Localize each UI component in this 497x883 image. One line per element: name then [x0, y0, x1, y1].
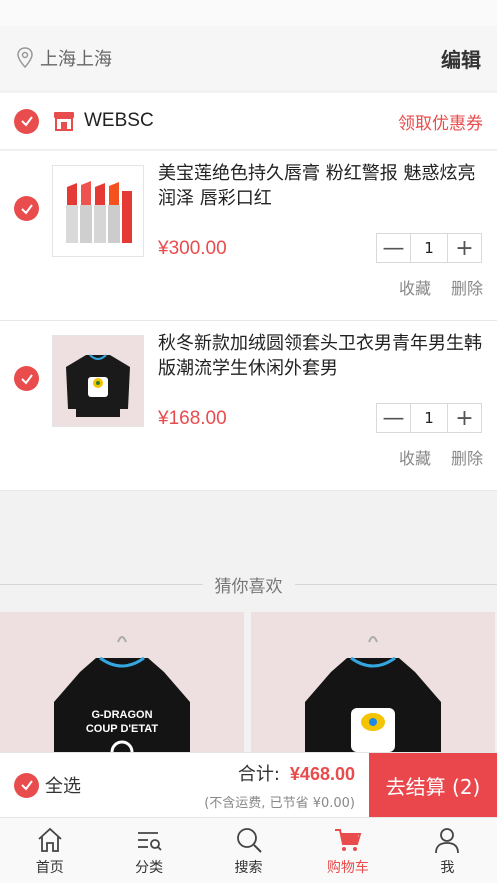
recommended-product[interactable]: [251, 612, 495, 752]
check-icon: [20, 373, 33, 385]
increase-button[interactable]: +: [448, 234, 481, 262]
increase-button[interactable]: +: [448, 404, 481, 432]
tab-me[interactable]: 我: [398, 818, 497, 883]
category-icon: [138, 831, 162, 851]
total-summary: 合计: ¥468.00 (不含运费, 已节省 ¥0.00): [204, 760, 355, 811]
product-image[interactable]: [52, 335, 144, 427]
tab-home[interactable]: 首页: [0, 818, 99, 883]
edit-button[interactable]: 编辑: [441, 44, 481, 73]
print-text-line2: COUP D'ETAT: [86, 723, 159, 735]
tab-category[interactable]: 分类: [99, 818, 198, 883]
quantity-stepper: — 1 +: [376, 233, 482, 263]
delete-button[interactable]: 删除: [451, 445, 483, 469]
recommend-header: 猜你喜欢: [0, 567, 497, 601]
favorite-button[interactable]: 收藏: [399, 445, 431, 469]
print-text-line1: G-DRAGON: [91, 709, 152, 721]
check-icon: [20, 780, 33, 791]
location-text[interactable]: 上海上海: [40, 45, 112, 71]
product-price: ¥300.00: [158, 238, 227, 259]
checkout-bar: 全选 合计: ¥468.00 (不含运费, 已节省 ¥0.00) 去结算 (2): [0, 752, 497, 818]
location-pin-icon: [17, 47, 33, 69]
bottom-tab-bar: 首页 分类 搜索 购物车 我: [0, 817, 497, 883]
location-bar: 上海上海 编辑: [0, 26, 497, 90]
get-coupon-link[interactable]: 领取优惠券: [398, 109, 483, 134]
plus-icon: +: [455, 405, 474, 431]
sweatshirt-image: G-DRAGON COUP D'ETAT: [54, 636, 190, 752]
item-actions: 收藏 删除: [399, 445, 483, 469]
cart-icon: [334, 828, 362, 851]
item-checkbox[interactable]: [14, 366, 39, 391]
status-area: [0, 0, 497, 26]
shop-header: WEBSC 领取优惠券: [0, 93, 497, 150]
total-line: 合计: ¥468.00: [204, 760, 355, 786]
recommended-product[interactable]: G-DRAGON COUP D'ETAT: [0, 612, 244, 752]
tab-cart[interactable]: 购物车: [298, 818, 397, 883]
minus-icon: —: [382, 235, 405, 261]
quantity-value[interactable]: 1: [410, 404, 448, 432]
check-icon: [20, 116, 33, 127]
shop-checkbox[interactable]: [14, 108, 39, 134]
item-checkbox[interactable]: [14, 196, 39, 221]
product-price: ¥168.00: [158, 408, 227, 429]
cart-item: 美宝莲绝色持久唇膏 粉红警报 魅惑炫亮润泽 唇彩口红 ¥300.00 — 1 +…: [0, 151, 497, 321]
shop-name[interactable]: WEBSC: [84, 110, 154, 132]
check-icon: [20, 203, 33, 215]
select-all-checkbox[interactable]: [14, 772, 39, 798]
item-actions: 收藏 删除: [399, 275, 483, 299]
tab-label: 首页: [35, 859, 64, 876]
tab-label: 我: [440, 859, 455, 876]
total-amount: ¥468.00: [289, 763, 355, 784]
divider: [0, 583, 203, 585]
product-title[interactable]: 秋冬新款加绒圆领套头卫衣男青年男生韩版潮流学生休闲外套男: [158, 331, 483, 381]
search-icon: [236, 827, 262, 853]
sweatshirt-image: [305, 636, 441, 752]
tab-label: 分类: [135, 859, 164, 876]
minus-icon: —: [382, 405, 405, 431]
tab-search[interactable]: 搜索: [199, 818, 298, 883]
delete-button[interactable]: 删除: [451, 275, 483, 299]
decrease-button[interactable]: —: [377, 404, 410, 432]
quantity-value[interactable]: 1: [410, 234, 448, 262]
checkout-button[interactable]: 去结算 (2): [369, 752, 497, 818]
product-title[interactable]: 美宝莲绝色持久唇膏 粉红警报 魅惑炫亮润泽 唇彩口红: [158, 161, 483, 211]
divider: [294, 583, 497, 585]
cart-item: 秋冬新款加绒圆领套头卫衣男青年男生韩版潮流学生休闲外套男 ¥168.00 — 1…: [0, 321, 497, 491]
favorite-button[interactable]: 收藏: [399, 275, 431, 299]
decrease-button[interactable]: —: [377, 234, 410, 262]
product-image[interactable]: [52, 165, 144, 257]
total-label: 合计:: [237, 763, 280, 785]
tab-label: 搜索: [234, 859, 263, 876]
quantity-stepper: — 1 +: [376, 403, 482, 433]
store-icon: [54, 112, 74, 131]
tab-label: 购物车: [326, 859, 369, 876]
shipping-note: (不含运费, 已节省 ¥0.00): [204, 795, 355, 811]
home-icon: [38, 827, 62, 852]
user-icon: [435, 827, 460, 853]
sweatshirt-image: [66, 354, 130, 417]
recommend-title: 猜你喜欢: [214, 576, 283, 597]
select-all-label[interactable]: 全选: [45, 772, 81, 798]
lipstick-image: [66, 181, 132, 243]
plus-icon: +: [455, 235, 474, 261]
